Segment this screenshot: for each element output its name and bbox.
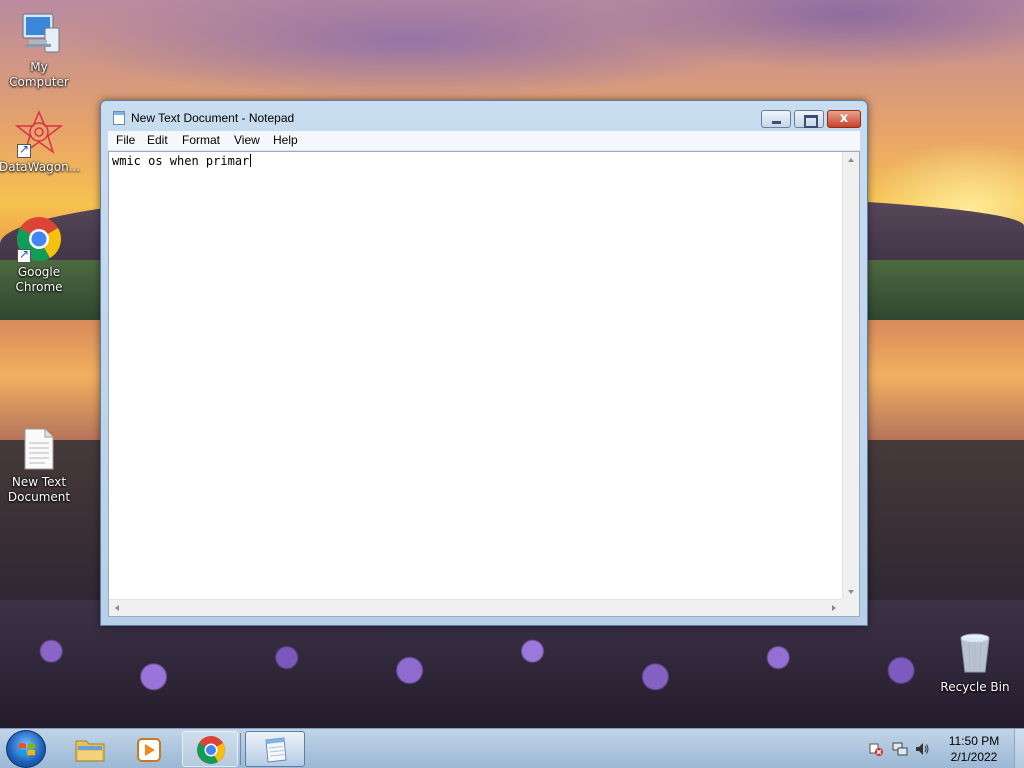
scroll-left-icon[interactable] [115, 605, 119, 611]
shortcut-arrow-icon [17, 142, 31, 158]
close-button[interactable]: x [827, 110, 861, 128]
notepad-icon [265, 737, 287, 763]
desktop-icon-label: Recycle Bin [940, 680, 1010, 694]
datawagon-icon [14, 110, 64, 158]
volume-icon[interactable] [914, 741, 930, 757]
clock-date[interactable]: 2/1/2022 [934, 750, 1014, 764]
windows-logo-icon [19, 743, 35, 756]
horizontal-scrollbar[interactable] [109, 599, 842, 616]
clock-time[interactable]: 11:50 PM [934, 734, 1014, 748]
maximize-button[interactable] [794, 110, 824, 128]
start-button[interactable] [6, 730, 46, 768]
folder-icon [75, 740, 105, 762]
chrome-icon [197, 736, 225, 764]
scroll-right-icon[interactable] [832, 605, 836, 611]
taskbar-google-chrome[interactable] [182, 731, 238, 767]
menu-view[interactable]: View [234, 133, 260, 147]
desktop-icon-my-computer[interactable]: My Computer [0, 10, 79, 90]
desktop-icon-google-chrome[interactable]: Google Chrome [0, 215, 79, 295]
desktop-icon-label: Google Chrome [15, 265, 63, 294]
menu-file[interactable]: File [116, 133, 135, 147]
system-tray: 11:50 PM 2/1/2022 [862, 729, 1024, 768]
chrome-icon [15, 215, 63, 263]
text-caret [250, 154, 252, 167]
desktop-icon-recycle-bin[interactable]: Recycle Bin [935, 630, 1015, 695]
desktop-icon-label: My Computer [9, 60, 69, 89]
vertical-scrollbar[interactable] [842, 152, 859, 600]
taskbar-divider [240, 733, 241, 765]
desktop-icon-label: DataWagon... [0, 160, 81, 174]
notepad-window[interactable]: New Text Document - Notepad x File Edit … [100, 100, 868, 626]
network-icon[interactable] [892, 741, 908, 757]
scroll-up-icon[interactable] [848, 158, 854, 162]
scrollbar-corner [842, 599, 859, 616]
desktop-icon-label: New Text Document [7, 475, 71, 504]
minimize-button[interactable] [761, 110, 791, 128]
desktop-icon-datawagon[interactable]: DataWagon... [0, 110, 81, 175]
window-title: New Text Document - Notepad [131, 111, 295, 125]
title-bar[interactable]: New Text Document - Notepad x [101, 101, 867, 131]
taskbar-windows-explorer[interactable] [62, 731, 118, 767]
menu-edit[interactable]: Edit [147, 133, 168, 147]
recycle-bin-icon [951, 630, 999, 678]
action-center-icon[interactable] [868, 741, 884, 757]
text-editor[interactable]: wmic os when primar [108, 151, 860, 617]
taskbar-notepad[interactable] [245, 731, 305, 767]
notepad-icon[interactable] [113, 111, 125, 125]
media-player-icon [137, 738, 161, 762]
text-file-icon [15, 425, 63, 473]
taskbar: 11:50 PM 2/1/2022 [0, 728, 1024, 768]
shortcut-arrow-icon [17, 247, 31, 263]
menu-help[interactable]: Help [273, 133, 298, 147]
show-desktop-button[interactable] [1014, 729, 1024, 768]
editor-content: wmic os when primar [112, 154, 250, 168]
desktop-icon-new-text-document[interactable]: New Text Document [0, 425, 79, 505]
computer-icon [15, 10, 63, 58]
taskbar-windows-media-player[interactable] [122, 731, 178, 767]
menu-format[interactable]: Format [182, 133, 220, 147]
menu-bar: File Edit Format View Help [108, 131, 860, 151]
scroll-down-icon[interactable] [848, 590, 854, 594]
